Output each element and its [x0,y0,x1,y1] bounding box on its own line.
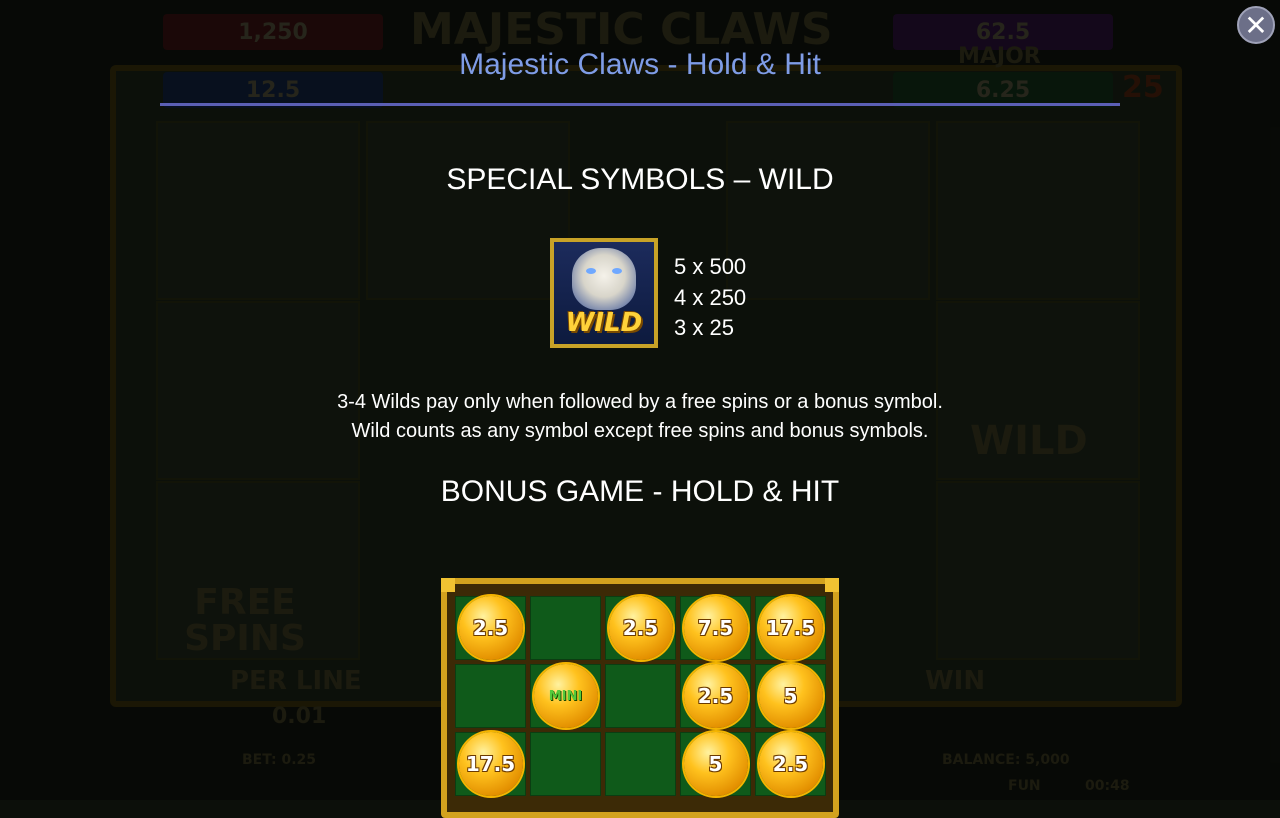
bonus-grid-slot: 5 [680,732,751,796]
close-button[interactable]: ✕ [1237,6,1275,44]
bonus-coin: 2.5 [608,596,673,660]
bonus-grid: 2.5 2.5 7.5 17.5 MINI 2.5 5 17.5 5 2.5 [441,578,839,818]
payout-4: 4 x 250 [674,284,747,310]
bonus-coin: 7.5 [683,596,748,660]
coin-value: 2.5 [697,684,734,708]
bonus-coin: 2.5 [683,664,748,728]
coin-value: 17.5 [465,752,516,776]
bonus-grid-cells: 2.5 2.5 7.5 17.5 MINI 2.5 5 17.5 5 2.5 [455,596,826,796]
coin-value: 7.5 [697,616,734,640]
frame-corner [441,578,455,592]
bonus-grid-slot: 17.5 [755,596,826,660]
bonus-grid-slot [455,664,526,728]
frame-corner [825,578,839,592]
mini-coin-icon: MINI [533,664,598,728]
wild-section-heading: SPECIAL SYMBOLS – WILD [446,163,834,196]
coin-value: 5 [783,684,798,708]
tiger-icon [572,248,636,310]
payout-3: 3 x 25 [674,315,734,340]
bonus-section-heading: BONUS GAME - HOLD & HIT [440,475,840,508]
wild-description: 3-4 Wilds pay only when followed by a fr… [0,388,1280,446]
coin-value: 2.5 [772,752,809,776]
bonus-grid-slot: 2.5 [455,596,526,660]
wild-description-line: 3-4 Wilds pay only when followed by a fr… [337,391,943,413]
coin-value: 5 [708,752,723,776]
bonus-grid-slot [605,732,676,796]
title-divider [160,103,1120,106]
coin-value: 17.5 [765,616,816,640]
dialog-title: Majestic Claws - Hold & Hit [459,48,821,81]
bonus-grid-slot: 2.5 [680,664,751,728]
bonus-grid-slot [605,664,676,728]
bonus-coin: 5 [758,664,823,728]
bonus-grid-slot: 17.5 [455,732,526,796]
bonus-grid-slot: 2.5 [605,596,676,660]
bonus-grid-slot [530,596,601,660]
wild-symbol-icon: WILD [550,238,658,348]
bonus-coin: 2.5 [758,732,823,796]
wild-symbol-label: WILD [565,308,643,338]
close-icon: ✕ [1244,8,1268,42]
bonus-grid-slot: 2.5 [755,732,826,796]
wild-description-line: Wild counts as any symbol except free sp… [351,420,929,442]
bonus-coin: 2.5 [458,596,523,660]
coin-value: 2.5 [622,616,659,640]
coin-value: MINI [548,688,583,704]
bonus-coin: 5 [683,732,748,796]
payout-5: 5 x 500 [674,254,747,279]
bonus-coin: 17.5 [758,596,823,660]
bonus-grid-slot: 5 [755,664,826,728]
bonus-grid-slot [530,732,601,796]
bonus-grid-slot: MINI [530,664,601,728]
bonus-grid-slot: 7.5 [680,596,751,660]
coin-value: 2.5 [472,616,509,640]
wild-payouts: 5 x 500 4 x 250 3 x 25 [674,252,746,344]
bonus-coin: 17.5 [458,732,523,796]
